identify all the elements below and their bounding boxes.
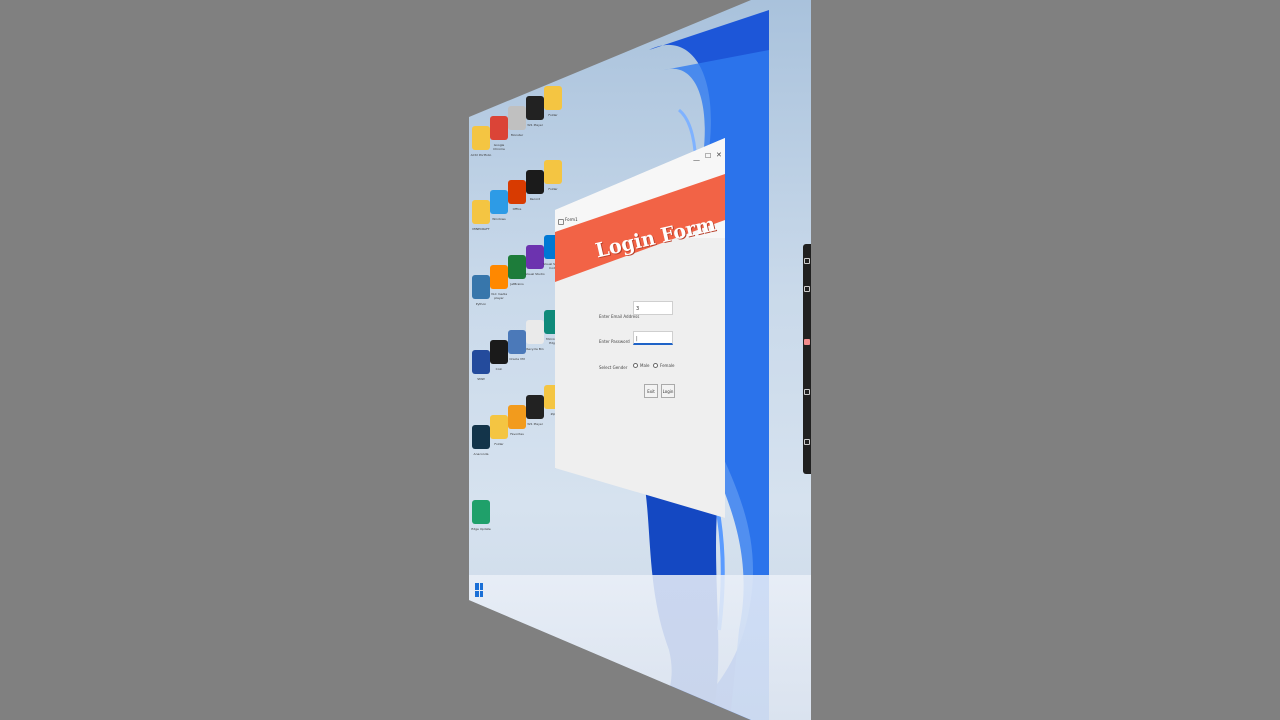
- radio-label-male: Male: [640, 363, 650, 368]
- gender-radio-male[interactable]: Male: [633, 363, 649, 368]
- radio-label-female: Female: [660, 363, 675, 368]
- start-button-icon[interactable]: [593, 675, 601, 697]
- close-icon[interactable]: ✕: [716, 151, 722, 159]
- app-icon: [558, 219, 564, 225]
- window-title: Form1: [565, 217, 578, 222]
- dock-settings-icon[interactable]: [804, 258, 810, 264]
- dock-clipboard-icon[interactable]: [804, 286, 810, 292]
- maximize-icon[interactable]: ☐: [705, 152, 711, 160]
- task-view-icon[interactable]: [617, 675, 625, 697]
- app-icon[interactable]: [629, 675, 637, 697]
- taskbar: [469, 575, 811, 720]
- dock-expand-icon[interactable]: [804, 439, 810, 445]
- login-button[interactable]: Login: [661, 384, 675, 398]
- taskbar-icons: [593, 675, 637, 697]
- side-toolbar: [803, 244, 811, 474]
- email-field[interactable]: 3: [633, 301, 673, 315]
- radio-icon[interactable]: [653, 363, 658, 368]
- desktop-icon[interactable]: [544, 160, 562, 184]
- radio-icon[interactable]: [633, 363, 638, 368]
- desktop-icon[interactable]: [472, 500, 490, 524]
- search-icon[interactable]: [605, 675, 613, 697]
- desktop-icon-label: Edge Update: [471, 527, 491, 531]
- dock-screenshot-icon[interactable]: [804, 389, 810, 395]
- gender-radio-female[interactable]: Female: [653, 363, 674, 368]
- desktop-icon-label: Folder: [548, 187, 558, 191]
- gender-label: Select Gender: [599, 365, 628, 370]
- desktop-icon-label: Folder: [548, 113, 558, 117]
- minimize-icon[interactable]: —: [693, 156, 700, 164]
- exit-button[interactable]: Exit: [644, 384, 658, 398]
- password-field[interactable]: |: [633, 331, 673, 345]
- dock-record-icon[interactable]: [804, 339, 810, 345]
- start-icon[interactable]: [475, 583, 483, 597]
- password-label: Enter Password: [599, 339, 630, 344]
- desktop-icon[interactable]: [544, 86, 562, 110]
